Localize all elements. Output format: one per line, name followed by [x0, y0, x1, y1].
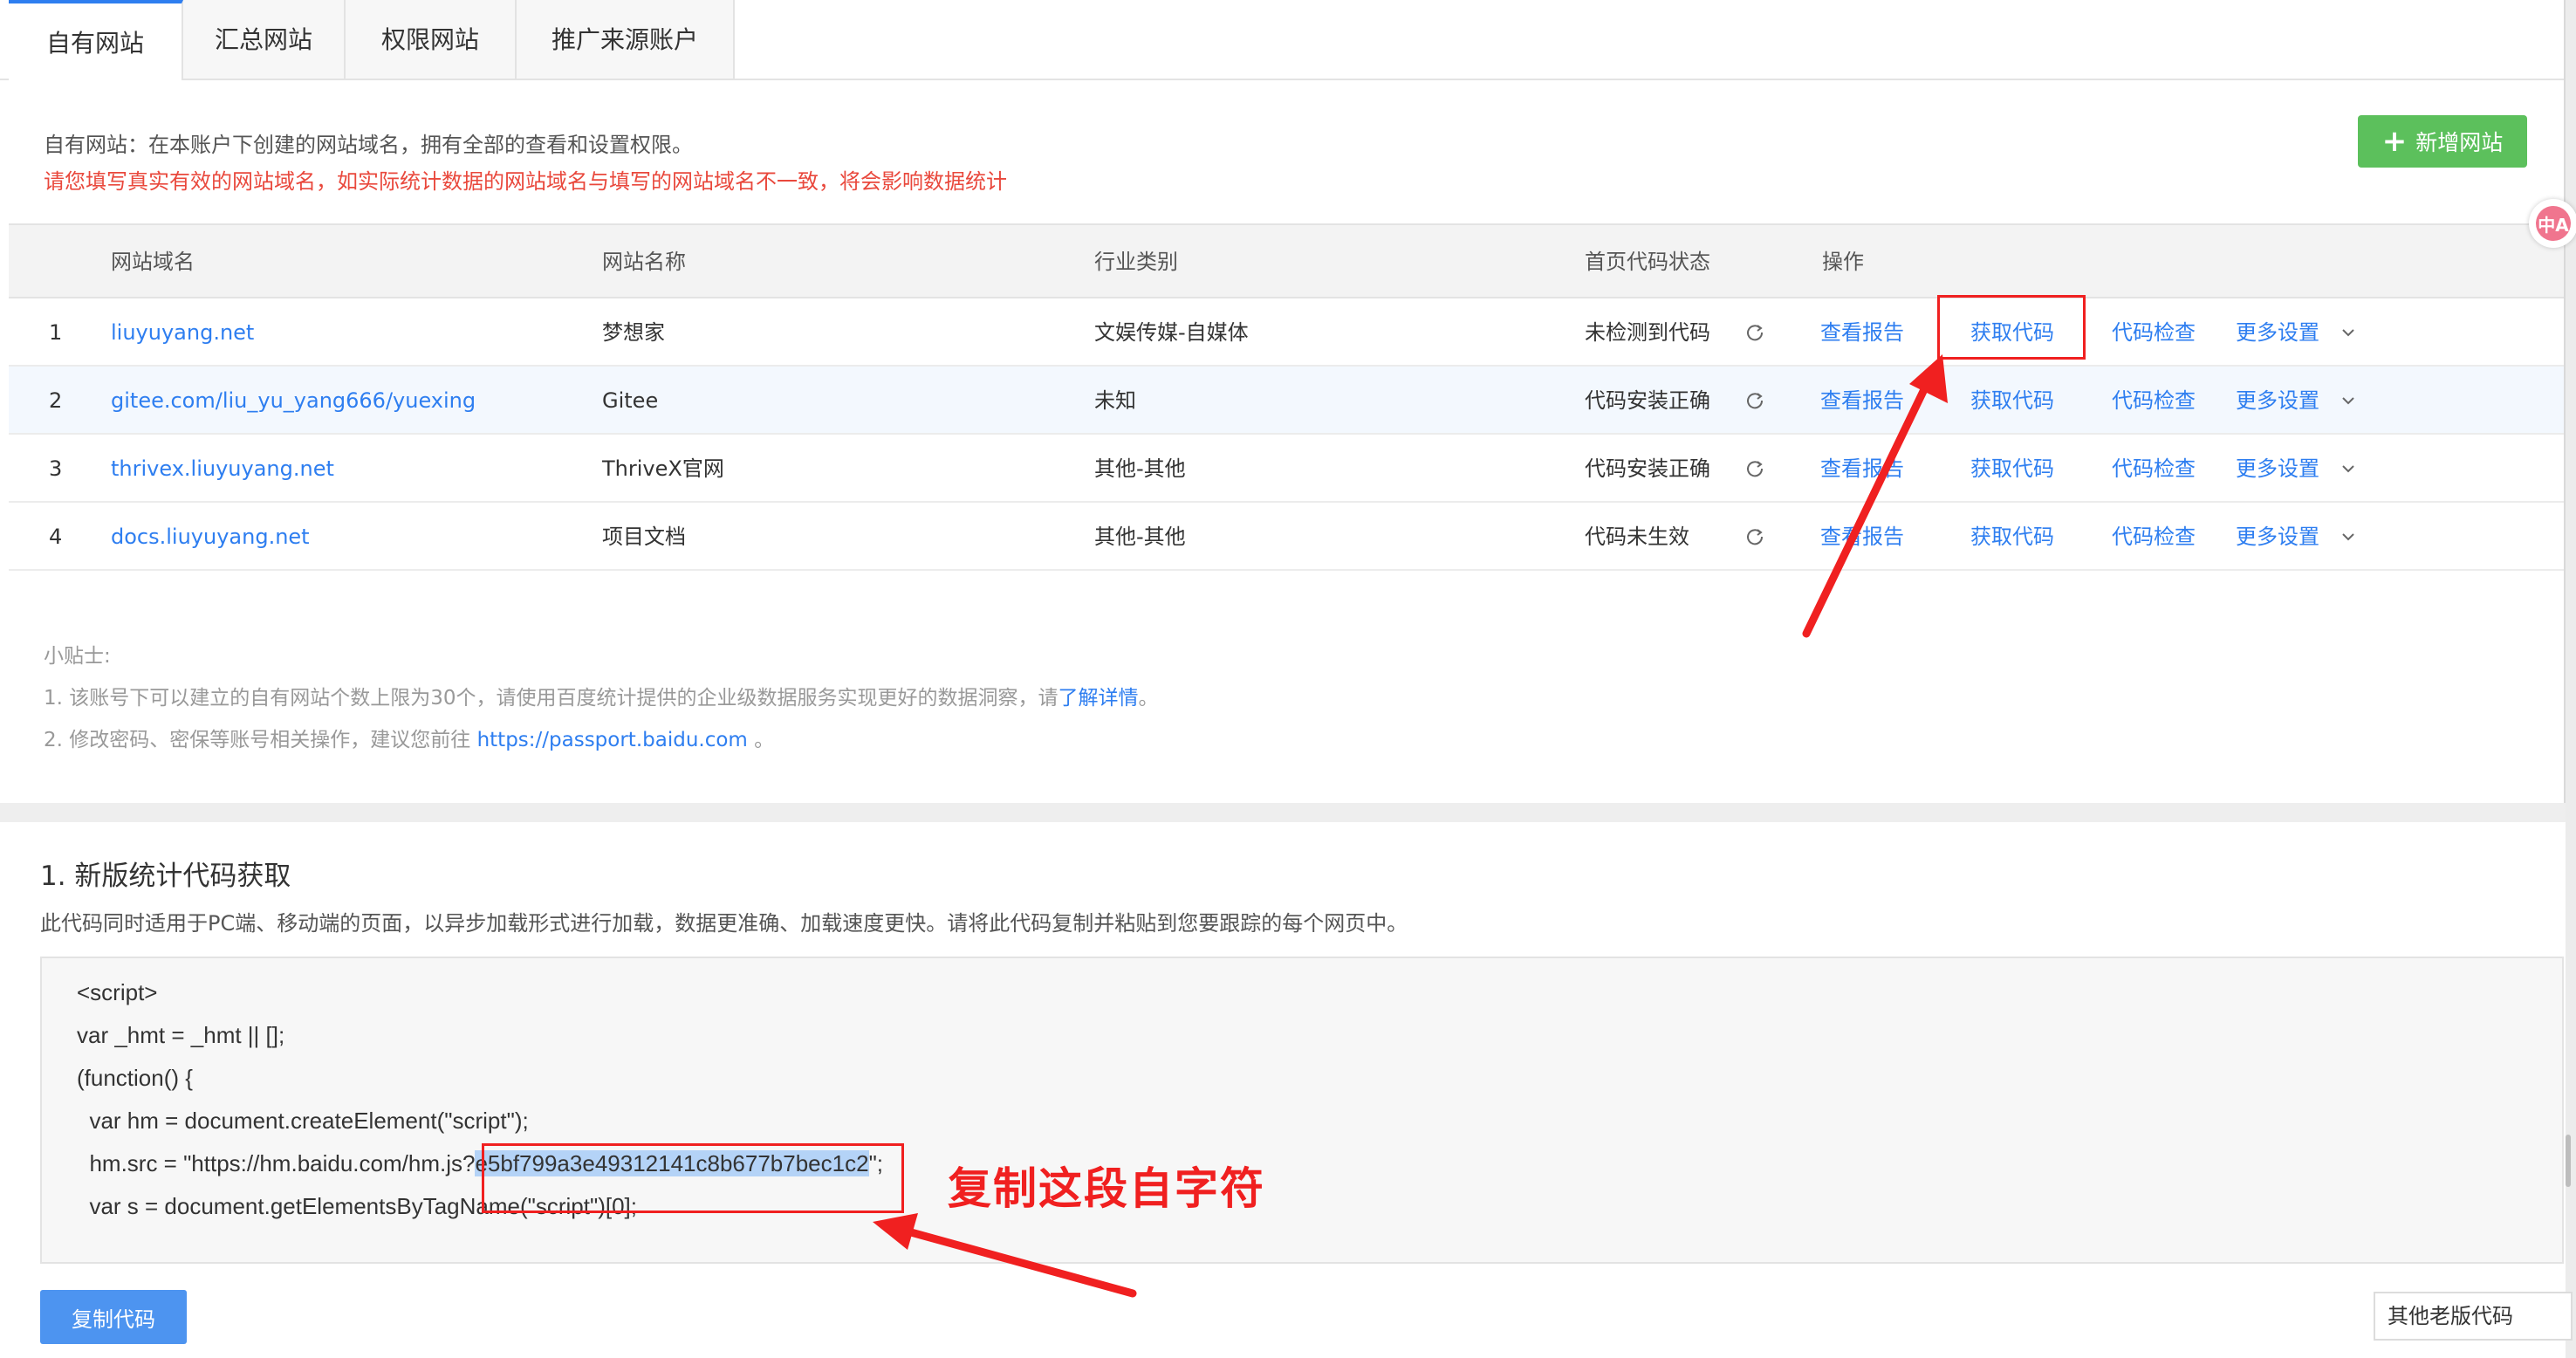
refresh-icon[interactable] — [1745, 527, 1764, 546]
get-code-link[interactable]: 获取代码 — [1970, 503, 2054, 571]
tip-site-limit: 1. 该账号下可以建立的自有网站个数上限为30个，请使用百度统计提供的企业级数据… — [44, 681, 1159, 710]
chevron-down-icon[interactable] — [2340, 529, 2356, 545]
code-line: <script> — [77, 979, 158, 1005]
row-index: 4 — [49, 525, 63, 549]
scrollbar-thumb[interactable] — [2566, 1135, 2571, 1187]
site-name: ThriveX官网 — [602, 456, 724, 481]
add-site-button[interactable]: + 新增网站 — [2358, 115, 2527, 168]
code-check-link[interactable]: 代码检查 — [2112, 503, 2196, 571]
get-code-link[interactable]: 获取代码 — [1970, 435, 2054, 503]
learn-more-link[interactable]: 了解详情 — [1058, 687, 1139, 710]
code-check-link[interactable]: 代码检查 — [2112, 298, 2196, 367]
get-code-link[interactable]: 获取代码 — [1970, 367, 2054, 435]
code-check-link[interactable]: 代码检查 — [2112, 435, 2196, 503]
site-name: 项目文档 — [602, 525, 686, 549]
code-line: var _hmt = _hmt || []; — [77, 1022, 285, 1048]
own-sites-description: 自有网站：在本账户下创建的网站域名，拥有全部的查看和设置权限。 — [44, 133, 693, 157]
table-header: 网站域名 网站名称 行业类别 首页代码状态 操作 — [9, 223, 2564, 298]
table-row: 2 gitee.com/liu_yu_yang666/yuexing Gitee 未知… — [9, 367, 2564, 435]
tip1-text: 1. 该账号下可以建立的自有网站个数上限为30个，请使用百度统计提供的企业级数据… — [44, 687, 1058, 710]
view-report-link[interactable]: 查看报告 — [1820, 298, 1904, 367]
site-name: 梦想家 — [602, 320, 665, 345]
chevron-down-icon[interactable] — [2340, 461, 2356, 477]
domain-warning: 请您填写真实有效的网站域名，如实际统计数据的网站域名与填写的网站域名不一致，将会… — [44, 169, 1007, 194]
site-industry: 文娱传媒-自媒体 — [1094, 320, 1249, 345]
refresh-icon[interactable] — [1745, 323, 1764, 342]
site-domain-link[interactable]: thrivex.liuyuyang.net — [111, 435, 334, 503]
passport-link[interactable]: https://passport.baidu.com — [477, 729, 748, 751]
tab-promotion-accounts[interactable]: 推广来源账户 — [517, 0, 735, 79]
refresh-icon[interactable] — [1745, 391, 1764, 410]
view-report-link[interactable]: 查看报告 — [1820, 367, 1904, 435]
code-check-link[interactable]: 代码检查 — [2112, 367, 2196, 435]
site-name: Gitee — [602, 388, 659, 413]
table-row: 3 thrivex.liuyuyang.net ThriveX官网 其他-其他 代码安装… — [9, 435, 2564, 503]
tip-account-settings: 2. 修改密码、密保等账号相关操作，建议您前往 https://passport… — [44, 723, 774, 752]
chevron-down-icon[interactable] — [2340, 325, 2356, 340]
site-list-panel: 自有网站 汇总网站 权限网站 推广来源账户 自有网站：在本账户下创建的网站域名，… — [0, 0, 2566, 803]
tab-own-sites[interactable]: 自有网站 — [9, 0, 183, 80]
tip2-suffix: 。 — [747, 729, 775, 751]
site-table: 网站域名 网站名称 行业类别 首页代码状态 操作 1 liuyuyang.net 梦… — [9, 223, 2564, 571]
code-status: 未检测到代码 — [1585, 320, 1710, 345]
tip1-suffix: 。 — [1138, 687, 1159, 710]
section-divider — [0, 803, 2566, 822]
view-report-link[interactable]: 查看报告 — [1820, 503, 1904, 571]
row-index: 1 — [49, 320, 63, 345]
site-industry: 其他-其他 — [1094, 525, 1186, 549]
copy-code-button[interactable]: 复制代码 — [40, 1290, 187, 1344]
site-industry: 其他-其他 — [1094, 456, 1186, 481]
more-settings-link[interactable]: 更多设置 — [2236, 503, 2319, 571]
more-settings-link[interactable]: 更多设置 — [2236, 367, 2319, 435]
tip2-text: 2. 修改密码、密保等账号相关操作，建议您前往 — [44, 729, 477, 751]
table-row: 4 docs.liuyuyang.net 项目文档 其他-其他 代码未生效 查看报告 获取代… — [9, 503, 2564, 571]
get-code-highlight-box — [1937, 295, 2086, 360]
header-operations: 操作 — [1822, 250, 1864, 274]
more-settings-link[interactable]: 更多设置 — [2236, 435, 2319, 503]
tab-bar: 自有网站 汇总网站 权限网站 推广来源账户 — [0, 0, 2566, 80]
tab-summary-sites[interactable]: 汇总网站 — [183, 0, 346, 79]
code-line: var hm = document.createElement("script"… — [77, 1108, 529, 1134]
code-status: 代码安装正确 — [1585, 388, 1710, 413]
chevron-down-icon[interactable] — [2340, 393, 2356, 408]
table-body: 1 liuyuyang.net 梦想家 文娱传媒-自媒体 未检测到代码 查看报告 获取代码代… — [9, 298, 2564, 571]
more-settings-link[interactable]: 更多设置 — [2236, 298, 2319, 367]
code-status: 代码安装正确 — [1585, 456, 1710, 481]
copy-hint-annotation: 复制这段自字符 — [948, 1163, 1265, 1214]
header-code-status: 首页代码状态 — [1585, 250, 1710, 274]
tab-permission-sites[interactable]: 权限网站 — [346, 0, 517, 79]
code-status: 代码未生效 — [1585, 525, 1689, 549]
site-key-highlight-box — [482, 1143, 904, 1213]
site-domain-link[interactable]: gitee.com/liu_yu_yang666/yuexing — [111, 367, 476, 435]
table-row: 1 liuyuyang.net 梦想家 文娱传媒-自媒体 未检测到代码 查看报告 获取代码代… — [9, 298, 2564, 367]
tracking-code-box[interactable]: <script> var _hmt = _hmt || []; (functio… — [40, 957, 2564, 1264]
header-domain: 网站域名 — [111, 250, 195, 274]
old-version-code-link[interactable]: 其他老版代码 — [2374, 1292, 2573, 1341]
code-section-title: 1. 新版统计代码获取 — [40, 861, 291, 892]
plus-icon: + — [2381, 124, 2408, 159]
code-section-description: 此代码同时适用于PC端、移动端的页面，以异步加载形式进行加载，数据更准确、加载速… — [40, 911, 1408, 936]
header-site-name: 网站名称 — [602, 250, 686, 274]
row-index: 3 — [49, 456, 63, 481]
translate-fab[interactable]: 中A — [2529, 199, 2576, 248]
add-site-label: 新增网站 — [2415, 130, 2504, 155]
refresh-icon[interactable] — [1745, 459, 1764, 478]
header-industry: 行业类别 — [1094, 250, 1178, 274]
view-report-link[interactable]: 查看报告 — [1820, 435, 1904, 503]
site-industry: 未知 — [1094, 388, 1136, 413]
tips-title: 小贴士: — [44, 645, 111, 668]
site-domain-link[interactable]: liuyuyang.net — [111, 298, 254, 367]
translate-icon: 中A — [2536, 206, 2571, 241]
src-prefix: hm.src = "https://hm.baidu.com/hm.js? — [77, 1150, 476, 1176]
row-index: 2 — [49, 388, 63, 413]
site-domain-link[interactable]: docs.liuyuyang.net — [111, 503, 310, 571]
code-line: (function() { — [77, 1065, 193, 1091]
